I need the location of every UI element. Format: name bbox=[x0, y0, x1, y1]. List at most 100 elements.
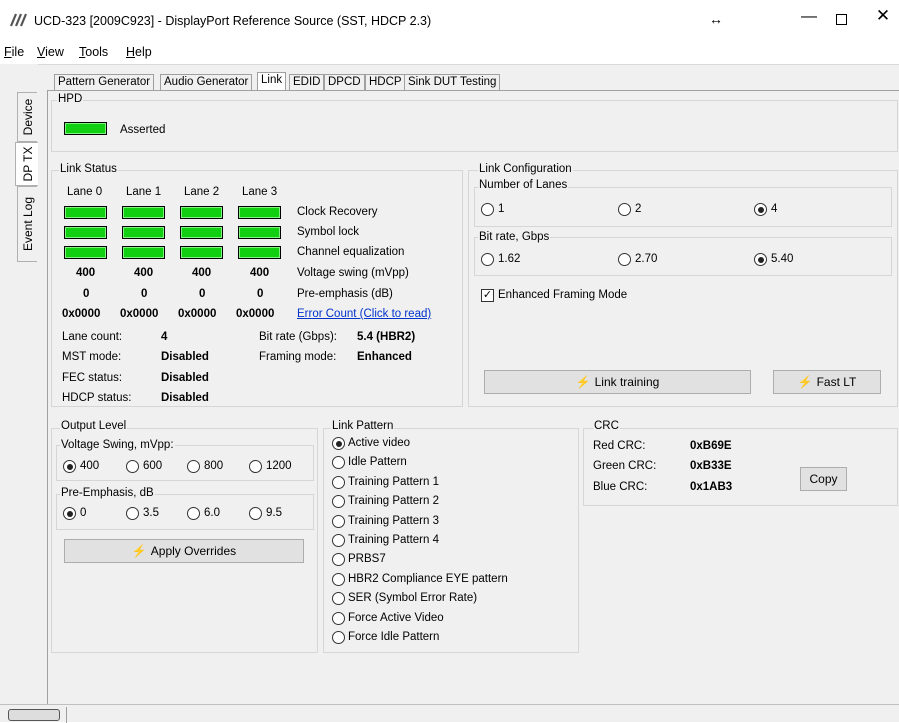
pe-3-5-label: 3.5 bbox=[143, 507, 159, 519]
clock-recovery-led bbox=[238, 206, 281, 219]
pe-0-radio[interactable] bbox=[63, 507, 76, 520]
lane-1-header: Lane 1 bbox=[126, 186, 162, 198]
lane-2-header: Lane 2 bbox=[184, 186, 220, 198]
pe-0-label: 0 bbox=[80, 507, 87, 519]
hpd-status: Asserted bbox=[120, 124, 166, 136]
pattern-radio[interactable] bbox=[332, 514, 345, 528]
lightning-icon: ⚡ bbox=[131, 544, 147, 558]
pattern-label: Training Pattern 4 bbox=[348, 534, 439, 546]
fec-status-label: FEC status: bbox=[62, 372, 123, 384]
pre-emphasis-title: Pre-Emphasis, dB bbox=[60, 487, 155, 499]
tab-dpcd[interactable]: DPCD bbox=[324, 74, 365, 90]
lanes-1-radio[interactable] bbox=[481, 203, 494, 216]
tab-edid[interactable]: EDID bbox=[289, 74, 325, 90]
clock-recovery-led bbox=[64, 206, 107, 219]
pattern-label: Training Pattern 2 bbox=[348, 495, 439, 508]
side-tab-dp-tx[interactable]: DP TX bbox=[15, 142, 39, 186]
symbol-lock-label: Symbol lock bbox=[297, 226, 359, 238]
framing-mode-value: Enhanced bbox=[357, 351, 412, 363]
lanes-title: Number of Lanes bbox=[478, 179, 569, 191]
lanes-1-label: 1 bbox=[498, 203, 505, 215]
menu-view[interactable]: View bbox=[37, 45, 64, 59]
rate-5-40-radio[interactable] bbox=[754, 253, 767, 266]
menu-help[interactable]: Help bbox=[126, 45, 152, 59]
tab-sink-dut-testing[interactable]: Sink DUT Testing bbox=[404, 74, 501, 90]
output-level-title: Output Level bbox=[60, 420, 128, 432]
rate-2-70-label: 2.70 bbox=[635, 253, 658, 265]
lane-1-voltage: 400 bbox=[134, 267, 154, 279]
lane-2-preemph: 0 bbox=[199, 288, 206, 300]
minimize-button[interactable]: — bbox=[794, 8, 824, 30]
mst-mode-label: MST mode: bbox=[62, 351, 122, 363]
hpd-group bbox=[51, 100, 898, 152]
channel-eq-led bbox=[238, 246, 281, 259]
pattern-label: HBR2 Compliance EYE pattern bbox=[348, 572, 508, 585]
fec-status-value: Disabled bbox=[161, 372, 209, 384]
fast-lt-button[interactable]: ⚡ Fast LT bbox=[773, 370, 881, 394]
tab-hdcp[interactable]: HDCP bbox=[365, 74, 406, 90]
connection-indicator bbox=[8, 709, 60, 721]
pattern-label: PRBS7 bbox=[348, 553, 386, 566]
lane-count-value: 4 bbox=[161, 331, 168, 343]
lane-3-error-count: 0x0000 bbox=[236, 308, 275, 320]
channel-eq-led bbox=[122, 246, 165, 259]
side-tab-device[interactable]: Device bbox=[17, 92, 37, 142]
menu-file[interactable]: File bbox=[4, 45, 24, 59]
vs-400-label: 400 bbox=[80, 460, 100, 472]
symbol-lock-led bbox=[64, 226, 107, 239]
apply-overrides-button[interactable]: ⚡ Apply Overrides bbox=[64, 539, 304, 563]
lane-0-preemph: 0 bbox=[83, 288, 90, 300]
vs-400-radio[interactable] bbox=[63, 460, 76, 473]
rate-1-62-label: 1.62 bbox=[498, 253, 521, 265]
pattern-radio[interactable] bbox=[332, 437, 345, 450]
bit-rate-label: Bit rate (Gbps): bbox=[259, 331, 337, 343]
pattern-radio[interactable] bbox=[332, 475, 345, 489]
pe-9-5-radio[interactable] bbox=[249, 507, 262, 520]
side-tab-event-log[interactable]: Event Log bbox=[17, 186, 37, 262]
rate-2-70-radio[interactable] bbox=[618, 253, 631, 266]
maximize-button[interactable] bbox=[827, 8, 857, 30]
pattern-label: Idle Pattern bbox=[348, 456, 407, 469]
lane-1-error-count: 0x0000 bbox=[120, 308, 159, 320]
lane-2-error-count: 0x0000 bbox=[178, 308, 217, 320]
lane-2-voltage: 400 bbox=[192, 267, 212, 279]
lane-3-voltage: 400 bbox=[250, 267, 270, 279]
vs-600-label: 600 bbox=[143, 460, 163, 472]
link-training-button[interactable]: ⚡ Link training bbox=[484, 370, 751, 394]
channel-eq-led bbox=[64, 246, 107, 259]
pe-3-5-radio[interactable] bbox=[126, 507, 139, 520]
pattern-radio[interactable] bbox=[332, 611, 345, 625]
hdcp-status-label: HDCP status: bbox=[62, 392, 132, 404]
vs-1200-label: 1200 bbox=[266, 460, 292, 472]
framing-mode-label: Framing mode: bbox=[259, 351, 337, 363]
resize-arrows-icon[interactable]: ↔ bbox=[709, 11, 723, 27]
vs-800-label: 800 bbox=[204, 460, 224, 472]
rate-1-62-radio[interactable] bbox=[481, 253, 494, 266]
lane-3-header: Lane 3 bbox=[242, 186, 278, 198]
lanes-2-radio[interactable] bbox=[618, 203, 631, 216]
link-pattern-title: Link Pattern bbox=[331, 420, 395, 432]
vs-600-radio[interactable] bbox=[126, 460, 139, 473]
close-button[interactable]: ✕ bbox=[868, 6, 898, 30]
lane-3-preemph: 0 bbox=[257, 288, 264, 300]
enhanced-framing-checkbox[interactable]: ✓ bbox=[481, 289, 494, 302]
tab-link[interactable]: Link bbox=[257, 72, 287, 90]
window-title: UCD-323 [2009C923] - DisplayPort Referen… bbox=[34, 14, 432, 28]
tab-pattern-generator[interactable]: Pattern Generator bbox=[54, 74, 155, 90]
maximize-icon bbox=[836, 14, 847, 25]
pre-emphasis-label: Pre-emphasis (dB) bbox=[297, 288, 393, 300]
red-crc-value: 0xB69E bbox=[690, 440, 732, 452]
menu-tools[interactable]: Tools bbox=[79, 45, 108, 59]
pattern-radio[interactable] bbox=[332, 572, 345, 586]
error-count-link[interactable]: Error Count (Click to read) bbox=[297, 308, 431, 320]
lane-0-error-count: 0x0000 bbox=[62, 308, 101, 320]
copy-crc-button[interactable]: Copy bbox=[800, 467, 847, 491]
status-bar bbox=[0, 704, 899, 723]
lanes-4-radio[interactable] bbox=[754, 203, 767, 216]
pe-6-0-radio[interactable] bbox=[187, 507, 200, 520]
vs-1200-radio[interactable] bbox=[249, 460, 262, 473]
tab-audio-generator[interactable]: Audio Generator bbox=[160, 74, 253, 90]
pattern-radio[interactable] bbox=[332, 631, 345, 644]
vs-800-radio[interactable] bbox=[187, 460, 200, 473]
pattern-radio[interactable] bbox=[332, 534, 345, 547]
